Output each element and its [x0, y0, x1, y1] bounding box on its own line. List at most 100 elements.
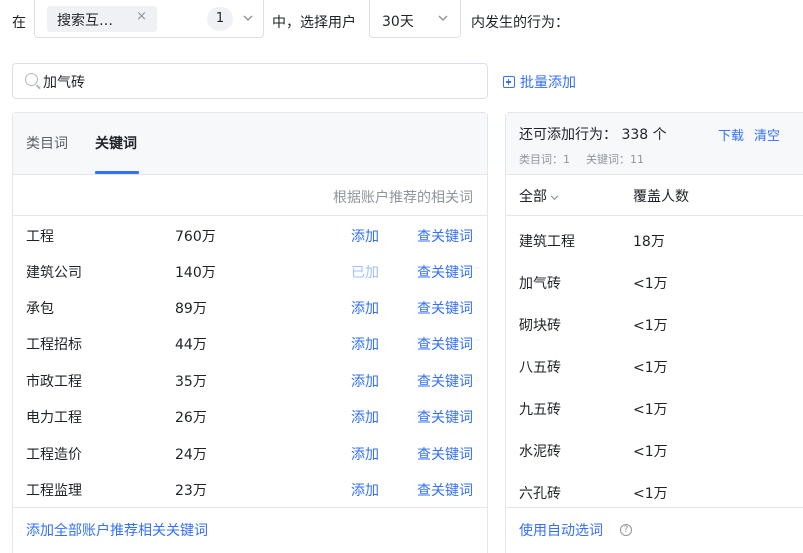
bulk-add-label: 批量添加: [520, 75, 576, 91]
recommend-footer: 添加全部账户推荐相关关键词: [13, 507, 487, 553]
help-icon[interactable]: ?: [620, 524, 632, 536]
tab-keywords[interactable]: 关键词: [95, 133, 137, 153]
behavior-tag-label: 搜索互…: [57, 13, 113, 29]
auto-select-words-link[interactable]: 使用自动选词: [519, 520, 603, 540]
table-row: 电力工程 26万 添加 查关键词: [13, 398, 487, 434]
filter-row: 在 搜索互… × 1 中，选择用户 30天 内发生的行为：: [0, 0, 803, 42]
selected-behavior-name: 加气砖: [519, 276, 561, 292]
recommend-title: 根据账户推荐的相关词: [333, 190, 473, 206]
period-value: 30天: [382, 14, 414, 30]
check-keyword-link[interactable]: 查关键词: [417, 298, 473, 318]
table-row: 工程造价 24万 添加 查关键词: [13, 435, 487, 471]
keyword-volume: 23万: [175, 483, 207, 499]
selected-stats: 类目词：1 关键词：11: [519, 151, 660, 167]
selected-behavior-name: 六孔砖: [519, 486, 561, 502]
selected-behavior-coverage: <1万: [633, 444, 668, 460]
check-keyword-link[interactable]: 查关键词: [417, 407, 473, 427]
keyword-name: 工程监理: [26, 483, 82, 499]
bulk-add-button[interactable]: 批量添加: [503, 72, 576, 92]
table-row: 市政工程 35万 添加 查关键词: [13, 362, 487, 398]
clear-button[interactable]: 清空: [754, 125, 780, 144]
selected-behavior-coverage: <1万: [633, 486, 668, 502]
search-icon: [25, 73, 38, 86]
selected-behavior-coverage: 18万: [633, 234, 665, 250]
period-select[interactable]: 30天: [369, 0, 461, 38]
type-filter-dropdown[interactable]: 全部: [519, 186, 559, 206]
download-button[interactable]: 下载: [718, 125, 744, 144]
selected-column-header: 全部 覆盖人数: [506, 175, 803, 216]
behavior-count-badge: 1: [207, 7, 233, 31]
selected-behavior-name: 水泥砖: [519, 444, 561, 460]
selected-behavior-name: 建筑工程: [519, 234, 575, 250]
add-keyword-button[interactable]: 添加: [351, 371, 379, 391]
type-filter-label: 全部: [519, 189, 547, 205]
check-keyword-link[interactable]: 查关键词: [417, 480, 473, 500]
keyword-name: 承包: [26, 301, 54, 317]
keyword-name: 工程招标: [26, 337, 82, 353]
table-row: 工程监理 23万 添加 查关键词: [13, 471, 487, 507]
search-input[interactable]: [43, 71, 473, 93]
selected-footer: 使用自动选词?: [506, 507, 803, 553]
selected-behavior-tag: 搜索互… ×: [47, 6, 157, 32]
check-keyword-link[interactable]: 查关键词: [417, 334, 473, 354]
keyword-volume: 760万: [175, 229, 216, 245]
remaining-count-text: 还可添加行为： 338 个: [519, 127, 667, 143]
active-tab-indicator: [95, 171, 139, 174]
selected-behavior-coverage: <1万: [633, 276, 668, 292]
check-keyword-link[interactable]: 查关键词: [417, 226, 473, 246]
tab-category-words[interactable]: 类目词: [26, 133, 68, 153]
check-keyword-link[interactable]: 查关键词: [417, 444, 473, 464]
selected-header: 还可添加行为： 338 个 下载 清空 类目词：1 关键词：11: [506, 113, 803, 175]
behavior-select[interactable]: 搜索互… × 1: [34, 0, 264, 38]
keyword-volume: 140万: [175, 265, 216, 281]
keyword-count: 关键词：11: [586, 153, 644, 166]
add-keyword-button[interactable]: 添加: [351, 298, 379, 318]
keyword-volume: 44万: [175, 337, 207, 353]
add-all-recommended-link[interactable]: 添加全部账户推荐相关关键词: [26, 520, 208, 540]
check-keyword-link[interactable]: 查关键词: [417, 262, 473, 282]
recommend-header: 根据账户推荐的相关词: [13, 175, 487, 216]
add-keyword-button[interactable]: 添加: [351, 444, 379, 464]
selected-behavior-coverage: <1万: [633, 318, 668, 334]
table-row: 承包 89万 添加 查关键词: [13, 289, 487, 325]
chevron-down-icon[interactable]: [438, 12, 448, 25]
selected-behaviors-panel: 还可添加行为： 338 个 下载 清空 类目词：1 关键词：11 全部 覆盖人数 …: [505, 112, 803, 553]
chevron-down-icon: [550, 193, 559, 204]
filter-prefix: 在: [12, 15, 26, 31]
keyword-volume: 89万: [175, 301, 207, 317]
list-item[interactable]: 九五砖 <1万: [506, 388, 803, 430]
keyword-name: 市政工程: [26, 374, 82, 390]
filter-suffix: 内发生的行为：: [471, 15, 569, 31]
add-keyword-button[interactable]: 添加: [351, 407, 379, 427]
list-item[interactable]: 水泥砖 <1万: [506, 430, 803, 472]
keyword-search-box[interactable]: [12, 63, 488, 99]
keyword-tabs: 类目词 关键词: [13, 113, 487, 175]
coverage-column-header: 覆盖人数: [633, 189, 689, 205]
plus-square-icon: [503, 76, 515, 88]
keyword-name: 电力工程: [26, 410, 82, 426]
chevron-down-icon[interactable]: [243, 12, 253, 25]
close-icon[interactable]: ×: [136, 9, 147, 24]
add-keyword-button[interactable]: 添加: [351, 480, 379, 500]
selected-behavior-name: 砌块砖: [519, 318, 561, 334]
selected-behavior-coverage: <1万: [633, 360, 668, 376]
keyword-volume: 24万: [175, 447, 207, 463]
selected-behavior-name: 八五砖: [519, 360, 561, 376]
category-word-count: 类目词：1: [519, 153, 570, 166]
add-keyword-button[interactable]: 添加: [351, 334, 379, 354]
recommend-panel: 类目词 关键词 根据账户推荐的相关词 工程 760万 添加 查关键词 建筑公司 …: [12, 112, 488, 553]
list-item[interactable]: 加气砖 <1万: [506, 262, 803, 304]
list-item[interactable]: 八五砖 <1万: [506, 346, 803, 388]
keyword-name: 建筑公司: [26, 265, 82, 281]
selected-behavior-coverage: <1万: [633, 402, 668, 418]
keyword-name: 工程: [26, 229, 54, 245]
list-item[interactable]: 砌块砖 <1万: [506, 304, 803, 346]
table-row: 工程 760万 添加 查关键词: [13, 217, 487, 253]
check-keyword-link[interactable]: 查关键词: [417, 371, 473, 391]
keyword-volume: 35万: [175, 374, 207, 390]
add-keyword-button[interactable]: 添加: [351, 226, 379, 246]
filter-middle-text: 中，选择用户: [272, 15, 356, 31]
table-row: 工程招标 44万 添加 查关键词: [13, 325, 487, 361]
list-item[interactable]: 建筑工程 18万: [506, 220, 803, 262]
selected-behavior-name: 九五砖: [519, 402, 561, 418]
